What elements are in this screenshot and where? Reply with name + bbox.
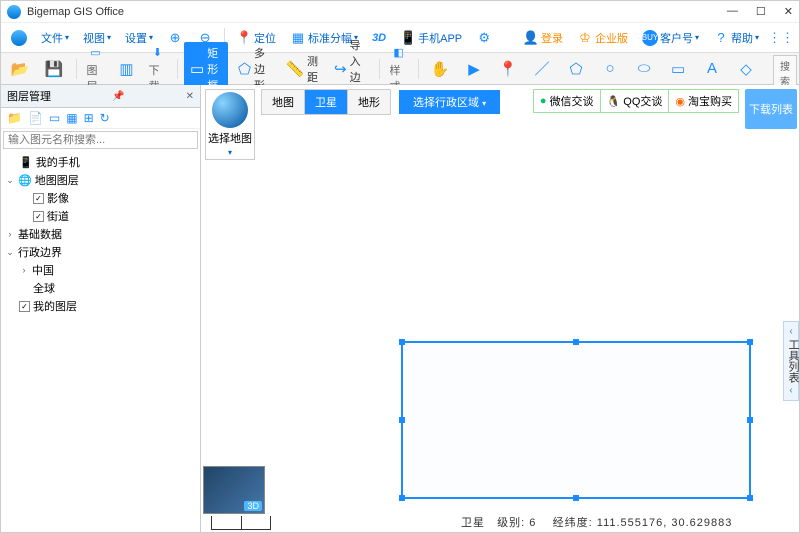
map-type-tabs: 地图 卫星 地形 (261, 89, 391, 115)
app-title: Bigemap GIS Office (27, 6, 124, 18)
tool-doc-icon[interactable]: 📄 (28, 111, 43, 125)
tool-refresh-icon[interactable]: ↻ (100, 111, 110, 125)
rect-draw-tool[interactable]: ▭ (663, 57, 693, 81)
tool-grid-icon[interactable]: ▦ (66, 111, 77, 125)
enterprise-button[interactable]: ♔企业版 (571, 27, 634, 49)
timeline-icon[interactable] (211, 516, 271, 530)
tool-folder-icon[interactable]: 📁 (7, 111, 22, 125)
layer-panel-title: 图层管理 (7, 88, 51, 104)
layer-panel-button[interactable]: ▥ (112, 57, 142, 81)
title-bar: Bigemap GIS Office 【未获授权】 【咨询电话：400-028-… (1, 1, 799, 23)
file-menu[interactable]: 文件▾ (35, 27, 75, 49)
tab-satellite[interactable]: 卫星 (305, 90, 348, 114)
help-menu[interactable]: ?帮助▾ (707, 27, 765, 49)
map-selector-label: 选择地图 (208, 130, 252, 146)
tag-tool[interactable]: ◇ (731, 57, 761, 81)
layer-panel-header: 图层管理 📌 ✕ (1, 85, 200, 108)
open-button[interactable]: 📂 (5, 57, 35, 81)
close-button[interactable]: ✕ (784, 5, 793, 18)
panel-tools: 📁 📄 ▭ ▦ ⊞ ↻ (1, 108, 200, 129)
settings-gear-button[interactable]: ⚙ (470, 27, 498, 49)
selection-rectangle[interactable] (401, 341, 751, 499)
app-menu-icon[interactable] (5, 27, 33, 49)
map-selector[interactable]: 选择地图▾ (205, 89, 255, 160)
3d-badge: 3D (244, 501, 262, 511)
pan-tool[interactable]: ✋ (425, 57, 455, 81)
globe-icon (212, 92, 248, 128)
circle-tool[interactable]: ○ (595, 57, 625, 81)
tree-mylayer[interactable]: ✓我的图层 (5, 297, 196, 315)
tree-maplayer[interactable]: ⌄🌐地图图层 (5, 171, 196, 189)
tool-layers-icon[interactable]: ▭ (49, 111, 60, 125)
login-button[interactable]: 👤登录 (517, 27, 569, 49)
download-list-button[interactable]: 下载列表 (745, 89, 797, 129)
tree-imagery[interactable]: ✓影像 (5, 189, 196, 207)
text-tool[interactable]: A (697, 57, 727, 81)
3d-thumbnail[interactable]: 3D (203, 466, 265, 514)
pointer-tool[interactable]: ▶ (459, 57, 489, 81)
qq-button[interactable]: 🐧QQ交谈 (601, 90, 670, 112)
more-icon[interactable]: ⋮⋮ (767, 27, 795, 49)
tree-street[interactable]: ✓街道 (5, 207, 196, 225)
pin-tool[interactable]: 📍 (493, 57, 523, 81)
customer-button[interactable]: BUY客户号▾ (636, 27, 705, 49)
line-tool[interactable]: ／ (527, 57, 557, 81)
app-logo-icon (7, 5, 21, 19)
contact-buttons: ●微信交谈 🐧QQ交谈 ◉淘宝购买 (533, 89, 739, 113)
tree-admin[interactable]: ⌄行政边界 (5, 243, 196, 261)
tree-base[interactable]: ›基础数据 (5, 225, 196, 243)
taobao-button[interactable]: ◉淘宝购买 (669, 90, 738, 112)
ellipse-tool[interactable]: ⬭ (629, 57, 659, 81)
tool-list-panel[interactable]: ‹ 工具列表 ‹ (783, 321, 799, 401)
close-panel-icon[interactable]: ✕ (186, 91, 194, 102)
tree-world[interactable]: 全球 (5, 279, 196, 297)
measure-tool[interactable]: 📏测距 (280, 50, 324, 88)
tree-china[interactable]: ›中国 (5, 261, 196, 279)
tree-phone[interactable]: 📱我的手机 (5, 153, 196, 171)
map-view[interactable]: 选择地图▾ 地图 卫星 地形 选择行政区域 ▾ ●微信交谈 🐧QQ交谈 ◉淘宝购… (201, 85, 799, 532)
layer-tree: 📱我的手机 ⌄🌐地图图层 ✓影像 ✓街道 ›基础数据 ⌄行政边界 ›中国 全球 … (1, 151, 200, 532)
pin-icon[interactable]: 📌 (112, 91, 124, 102)
status-bar: 卫星 级别: 6 经纬度: 111.555176, 30.629883 (461, 514, 732, 530)
layer-search-input[interactable] (8, 134, 193, 146)
layer-search[interactable] (3, 131, 198, 149)
chevron-left-icon: ‹ (785, 326, 797, 337)
tool-options-icon[interactable]: ⊞ (84, 111, 94, 125)
maximize-button[interactable]: ☐ (756, 5, 766, 18)
tab-map[interactable]: 地图 (262, 90, 305, 114)
sidebar: 图层管理 📌 ✕ 📁 📄 ▭ ▦ ⊞ ↻ 📱我的手机 ⌄🌐地图图层 ✓影像 ✓街… (1, 85, 201, 532)
chevron-left-icon: ‹ (785, 385, 797, 396)
tab-terrain[interactable]: 地形 (348, 90, 390, 114)
minimize-button[interactable]: ― (727, 5, 738, 18)
region-selector[interactable]: 选择行政区域 ▾ (399, 90, 500, 114)
shape-tool[interactable]: ⬠ (561, 57, 591, 81)
save-button[interactable]: 💾 (39, 57, 69, 81)
toolbar: 📂 💾 ▭图层 ▥ ⬇下载 ▭矩形框 ⬠多边形 📏测距 ↪导入边界 ◧样式 ✋ … (1, 53, 799, 85)
wechat-button[interactable]: ●微信交谈 (534, 90, 601, 112)
